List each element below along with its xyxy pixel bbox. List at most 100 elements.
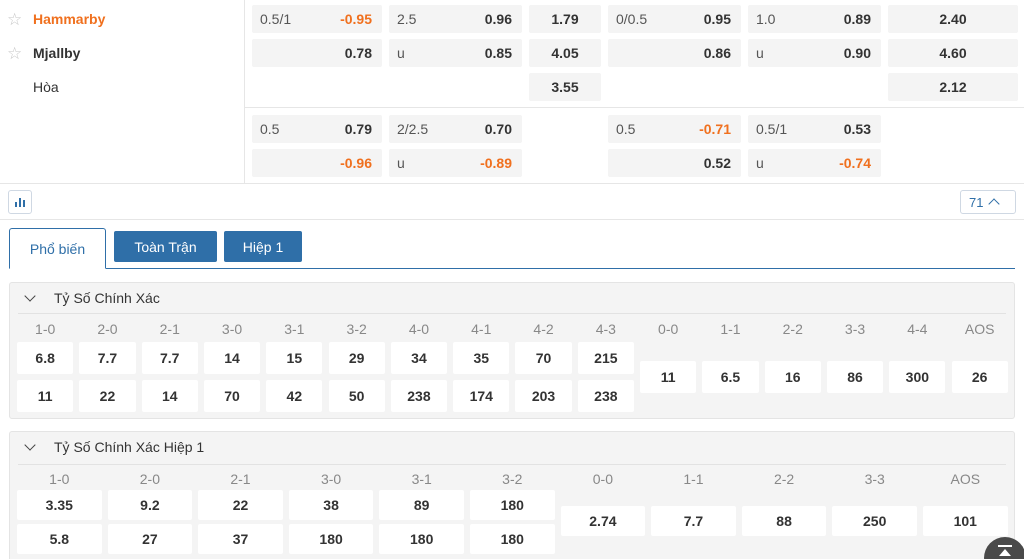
home-score-odds-cell[interactable]: 9.2 [107, 490, 193, 520]
ft-handicap-home-cell[interactable]: 0.5/1 -0.95 [252, 5, 382, 33]
away-score-odds-cell[interactable]: 27 [107, 524, 193, 554]
draw-score-odds-cell[interactable]: 11 [640, 361, 697, 393]
draw-score-odds-cell[interactable]: 250 [832, 506, 917, 536]
1h-alt-handicap-home-cell[interactable]: 0.5 -0.71 [608, 115, 741, 143]
odds-value: 0.96 [484, 11, 512, 27]
away-score-odds-cell[interactable]: 22 [79, 380, 136, 412]
score-label: 3-2 [346, 321, 367, 337]
favorite-star-icon[interactable]: ☆ [7, 45, 25, 62]
home-score-odds-cell[interactable]: 29 [328, 342, 385, 374]
1h-over-cell[interactable]: 1.0 0.89 [748, 5, 881, 33]
away-score-odds-cell[interactable]: 238 [390, 380, 448, 412]
score-label: 4-1 [471, 321, 492, 337]
odds-value: 0.78 [344, 45, 372, 61]
1h-1x2-home-cell[interactable]: 2.40 [888, 5, 1018, 33]
1h-1x2-draw-cell[interactable]: 2.12 [888, 73, 1018, 101]
chevron-up-icon [988, 198, 1001, 210]
1h-handicap-home-cell[interactable]: 0/0.5 0.95 [608, 5, 741, 33]
tab-popular[interactable]: Phổ biến [9, 228, 106, 269]
score-label: 3-0 [320, 471, 342, 487]
away-score-odds-cell[interactable]: 14 [141, 380, 198, 412]
draw-score-odds-cell[interactable]: 300 [889, 361, 946, 393]
section-header[interactable]: Tỷ Số Chính Xác [10, 283, 160, 313]
home-score-odds-cell[interactable]: 180 [470, 490, 555, 520]
home-score-odds-cell[interactable]: 38 [288, 490, 374, 520]
1h-1x2-away-cell[interactable]: 4.60 [888, 39, 1018, 67]
handicap-line: 0.5 [616, 121, 636, 137]
ft-1x2-home-cell[interactable]: 1.79 [529, 5, 601, 33]
1h-alt-handicap-away-cell[interactable]: 0.52 [608, 149, 741, 177]
score-label: 2-1 [230, 471, 251, 487]
1h-alt-under-cell[interactable]: u -0.74 [748, 149, 881, 177]
draw-score-odds-cell[interactable]: 16 [764, 361, 821, 393]
score-label: 3-2 [502, 471, 523, 487]
score-label: 0-0 [592, 471, 613, 487]
ft-alt-handicap-home-cell[interactable]: 0.5 0.79 [252, 115, 382, 143]
draw-score-odds-cell[interactable]: 7.7 [651, 506, 736, 536]
draw-label: Hòa [33, 79, 59, 95]
home-score-odds-cell[interactable]: 3.35 [17, 490, 102, 520]
odds-value: -0.71 [699, 121, 731, 137]
draw-score-odds-cell[interactable]: 6.5 [702, 361, 759, 393]
1h-under-cell[interactable]: u 0.90 [748, 39, 881, 67]
home-score-odds-cell[interactable]: 70 [515, 342, 572, 374]
score-label: 2-0 [139, 471, 160, 487]
ft-over-cell[interactable]: 2.5 0.96 [389, 5, 522, 33]
home-score-odds-cell[interactable]: 215 [577, 342, 634, 374]
ft-1x2-draw-cell[interactable]: 3.55 [529, 73, 601, 101]
home-score-odds-cell[interactable]: 7.7 [141, 342, 198, 374]
away-score-odds-cell[interactable]: 50 [328, 380, 385, 412]
home-score-odds-cell[interactable]: 34 [390, 342, 448, 374]
home-score-odds-cell[interactable]: 6.8 [17, 342, 74, 374]
1h-handicap-away-cell[interactable]: 0.86 [608, 39, 741, 67]
away-score-odds-cell[interactable]: 174 [453, 380, 510, 412]
section-header[interactable]: Tỷ Số Chính Xác Hiệp 1 [10, 432, 204, 462]
ft-1x2-away-cell[interactable]: 4.05 [529, 39, 601, 67]
away-score-odds-cell[interactable]: 180 [470, 524, 555, 554]
bar-chart-icon[interactable] [8, 190, 32, 214]
away-score-odds-cell[interactable]: 42 [266, 380, 323, 412]
under-label: u [397, 45, 405, 61]
score-label: 1-1 [720, 321, 741, 337]
away-score-odds-cell[interactable]: 5.8 [17, 524, 102, 554]
draw-score-odds-cell[interactable]: 86 [826, 361, 884, 393]
draw-score-odds-cell[interactable]: 2.74 [560, 506, 646, 536]
odds-value: 0.52 [703, 155, 731, 171]
home-score-odds-cell[interactable]: 15 [266, 342, 323, 374]
tab-first-half[interactable]: Hiệp 1 [224, 231, 302, 262]
away-score-odds-cell[interactable]: 180 [379, 524, 464, 554]
section-divider [18, 464, 1006, 465]
home-score-odds-cell[interactable]: 35 [453, 342, 510, 374]
draw-score-odds-cell[interactable]: 101 [923, 506, 1008, 536]
score-label: 4-2 [533, 321, 554, 337]
draw-score-odds-cell[interactable]: 88 [741, 506, 827, 536]
home-score-odds-cell[interactable]: 7.7 [79, 342, 136, 374]
score-label: 3-3 [864, 471, 885, 487]
home-score-odds-cell[interactable]: 89 [379, 490, 464, 520]
away-score-odds-cell[interactable]: 37 [198, 524, 283, 554]
draw-score-odds-cell[interactable]: 26 [951, 361, 1008, 393]
arrow-up-icon [998, 545, 1012, 547]
1h-alt-over-cell[interactable]: 0.5/1 0.53 [748, 115, 881, 143]
ft-alt-under-cell[interactable]: u -0.89 [389, 149, 522, 177]
away-score-odds-cell[interactable]: 11 [17, 380, 74, 412]
away-team-name[interactable]: Mjallby [33, 45, 80, 61]
away-score-odds-cell[interactable]: 180 [288, 524, 374, 554]
away-score-odds-cell[interactable]: 70 [203, 380, 261, 412]
ft-under-cell[interactable]: u 0.85 [389, 39, 522, 67]
home-score-odds-cell[interactable]: 22 [198, 490, 283, 520]
away-score-odds-cell[interactable]: 203 [515, 380, 572, 412]
home-team-name[interactable]: Hammarby [33, 11, 105, 27]
ft-handicap-away-cell[interactable]: 0.78 [252, 39, 382, 67]
score-label: AOS [964, 321, 995, 337]
home-score-odds-cell[interactable]: 14 [203, 342, 261, 374]
odds-value: 0.70 [484, 121, 512, 137]
ft-alt-handicap-away-cell[interactable]: -0.96 [252, 149, 382, 177]
favorite-star-icon[interactable]: ☆ [7, 11, 25, 28]
odds-value: 0.53 [843, 121, 871, 137]
away-score-odds-cell[interactable]: 238 [577, 380, 634, 412]
odds-value: 2.40 [939, 11, 967, 27]
market-count-toggle[interactable]: 71 [960, 190, 1016, 214]
ft-alt-over-cell[interactable]: 2/2.5 0.70 [389, 115, 522, 143]
tab-full-match[interactable]: Toàn Trận [114, 231, 217, 262]
